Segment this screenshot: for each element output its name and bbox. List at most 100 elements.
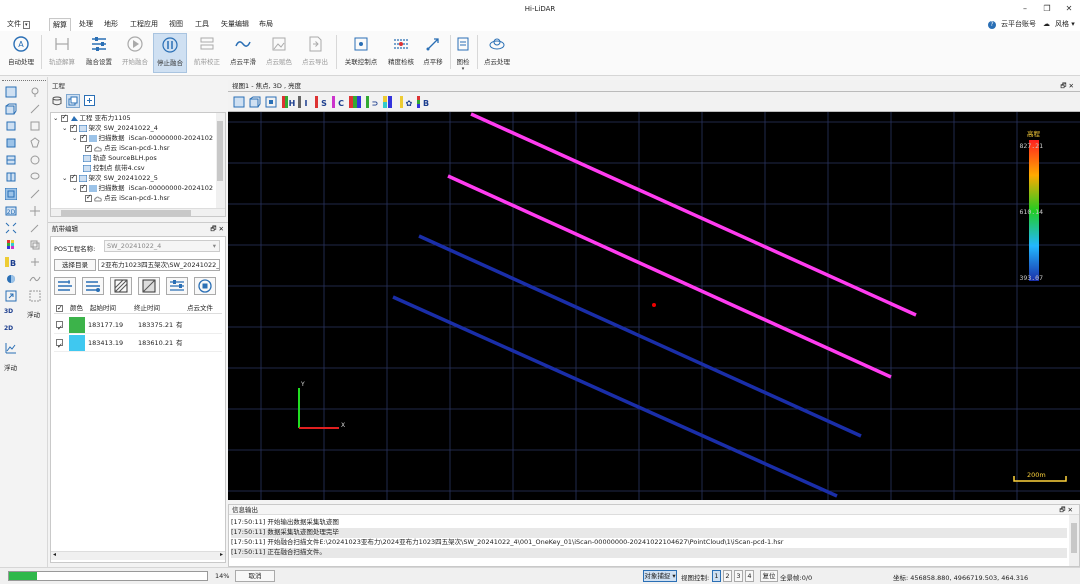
view-2d-icon[interactable]: 2D — [5, 205, 17, 217]
rect-tool-icon[interactable] — [29, 120, 41, 132]
measure-tool-icon[interactable] — [29, 188, 41, 200]
menu-solve[interactable]: 解算 — [49, 18, 71, 31]
layer-icon[interactable] — [5, 86, 17, 98]
class-color-icon[interactable]: C — [332, 96, 346, 108]
database-icon[interactable] — [52, 96, 62, 106]
dir-input[interactable]: 2亚布力1023四五架次\SW_20241022_4\pos — [98, 259, 220, 271]
float-label-2[interactable]: 浮动 — [4, 362, 17, 372]
view-cube-icon[interactable] — [249, 96, 261, 108]
link-control-button[interactable]: 关联控制点 — [340, 33, 382, 73]
intensity-color-icon[interactable]: I — [298, 96, 310, 108]
pos-select[interactable]: SW_20241022_4 ▾ — [104, 240, 220, 252]
view-layer-icon[interactable] — [233, 96, 245, 108]
strip-color-icon[interactable]: S — [315, 96, 329, 108]
edit-tool-icon[interactable] — [29, 222, 41, 234]
menu-layout[interactable]: 布局 — [256, 18, 276, 31]
curve-tool-icon[interactable] — [29, 273, 41, 285]
help-icon[interactable]: ? — [985, 18, 999, 31]
table-row[interactable]: 183413.19 183610.21 有 — [54, 334, 222, 355]
menu-view[interactable]: 视图 — [166, 18, 186, 31]
copy-tool-icon[interactable] — [29, 239, 41, 251]
color-bar-icon[interactable] — [5, 239, 17, 251]
label-3d[interactable]: 3D — [4, 308, 13, 315]
cube-back-icon[interactable] — [5, 171, 17, 183]
auto-process-button[interactable]: A 自动处理 — [4, 33, 38, 73]
crosshair-icon[interactable] — [29, 205, 41, 217]
horizontal-scrollbar[interactable] — [51, 208, 225, 216]
zoom-fit-icon[interactable] — [5, 222, 17, 234]
tree-control-points[interactable]: 控制点 航带4.csv — [83, 164, 145, 174]
view-restore-close-icon[interactable]: 🗗 ✕ — [1060, 80, 1074, 92]
strip-correction-button[interactable]: 航带校正 — [190, 33, 224, 73]
label-2d[interactable]: 2D — [4, 325, 13, 332]
tree-pointcloud-4[interactable]: 点云 iScan-pcd-1.hsr — [85, 143, 170, 154]
output-pin-close-icon[interactable]: 🗗 ✕ — [1059, 505, 1073, 515]
clear-area-button[interactable] — [138, 277, 160, 295]
profile-icon[interactable] — [5, 342, 17, 354]
return-color-icon[interactable]: ⊃ — [366, 96, 380, 108]
tree-flight-4[interactable]: ⌄ 架次 SW_20241022_4 — [62, 123, 158, 134]
map-check-button[interactable]: 图检 ▾ — [452, 33, 474, 73]
select-tool-icon[interactable] — [29, 290, 41, 302]
color-b-icon[interactable]: B — [5, 256, 17, 268]
view-1-button[interactable]: 1 — [712, 570, 721, 582]
vertical-scrollbar[interactable] — [216, 113, 225, 208]
panel-pin-close-icon[interactable]: 🗗 ✕ — [210, 223, 224, 235]
view-2-button[interactable]: 2 — [723, 570, 732, 582]
menu-process[interactable]: 处理 — [76, 18, 96, 31]
cube-side-icon[interactable] — [5, 137, 17, 149]
menu-vector-edit[interactable]: 矢量编辑 — [218, 18, 252, 31]
intensity-icon[interactable] — [5, 273, 17, 285]
cube-icon[interactable] — [5, 103, 17, 115]
color-swatch[interactable] — [69, 335, 85, 351]
select-all-checkbox[interactable] — [56, 303, 63, 314]
polygon-tool-icon[interactable] — [29, 137, 41, 149]
line-tool-icon[interactable] — [29, 103, 41, 115]
cube-front-icon[interactable] — [5, 120, 17, 132]
stop-strip-button[interactable] — [194, 277, 216, 295]
add-icon[interactable] — [84, 95, 95, 106]
row-checkbox[interactable] — [56, 337, 63, 355]
trajectory-solve-button[interactable]: 轨迹解算 — [45, 33, 79, 73]
horizontal-scrollbar[interactable]: ◂ ▸ — [51, 551, 225, 560]
colorize-button[interactable]: 点云赋色 — [262, 33, 296, 73]
strip-settings-button[interactable] — [166, 277, 188, 295]
style-button[interactable]: 风格 ▾ — [1052, 18, 1078, 31]
cloud-account-button[interactable]: 云平台账号 — [998, 18, 1039, 31]
tree-scan-data-5[interactable]: ⌄ 扫描数据 iScan-00000000-2024102 — [72, 183, 213, 194]
snap-button[interactable]: 对象捕捉 ▾ — [643, 570, 677, 582]
pointcloud-process-button[interactable]: 点云处理 — [480, 33, 514, 73]
stop-fusion-button[interactable]: 停止融合 — [153, 33, 187, 73]
tree-project[interactable]: ⌄ 工程 亚布力1105 — [53, 113, 131, 124]
menu-file[interactable]: 文件 ▾ — [4, 18, 33, 31]
view-3-button[interactable]: 3 — [734, 570, 743, 582]
rgb-color-icon[interactable] — [349, 96, 363, 108]
menu-tools[interactable]: 工具 — [192, 18, 212, 31]
export-view-icon[interactable] — [5, 290, 17, 302]
menu-terrain[interactable]: 地形 — [101, 18, 121, 31]
view-3d-icon[interactable] — [5, 188, 17, 200]
export-button[interactable]: 点云导出 — [298, 33, 332, 73]
tree-trajectory[interactable]: 轨迹 SourceBLH.pos — [83, 154, 157, 164]
color-swatch[interactable] — [69, 317, 85, 333]
table-row[interactable]: 183177.19 183375.21 有 — [54, 316, 222, 337]
settings-color-icon[interactable]: ✿ — [400, 96, 414, 108]
tree-flight-5[interactable]: ⌄ 架次 SW_20241022_5 — [62, 173, 158, 184]
height-color-icon[interactable]: H — [282, 96, 296, 108]
row-checkbox[interactable] — [56, 319, 63, 337]
pin-icon[interactable] — [29, 86, 41, 98]
menu-engineering[interactable]: 工程应用 — [127, 18, 161, 31]
circle-tool-icon[interactable] — [29, 154, 41, 166]
select-area-button[interactable] — [110, 277, 132, 295]
layers-icon[interactable] — [66, 94, 80, 108]
view-fit-icon[interactable] — [265, 96, 277, 108]
remove-strip-button[interactable] — [82, 277, 104, 295]
blend-color-icon[interactable]: B — [417, 96, 431, 108]
lasso-tool-icon[interactable] — [29, 171, 41, 183]
point-cloud-viewport[interactable]: Y X 高程 827.21 610.14 393.07 200m — [228, 112, 1080, 500]
view-4-button[interactable]: 4 — [745, 570, 754, 582]
tree-pointcloud-5[interactable]: 点云 iScan-pcd-1.hsr — [85, 193, 170, 204]
plus-tool-icon[interactable] — [29, 256, 41, 268]
close-icon[interactable]: ✕ — [1056, 0, 1080, 18]
tree-scan-data-4[interactable]: ⌄ 扫描数据 iScan-00000000-2024102 — [72, 133, 213, 144]
